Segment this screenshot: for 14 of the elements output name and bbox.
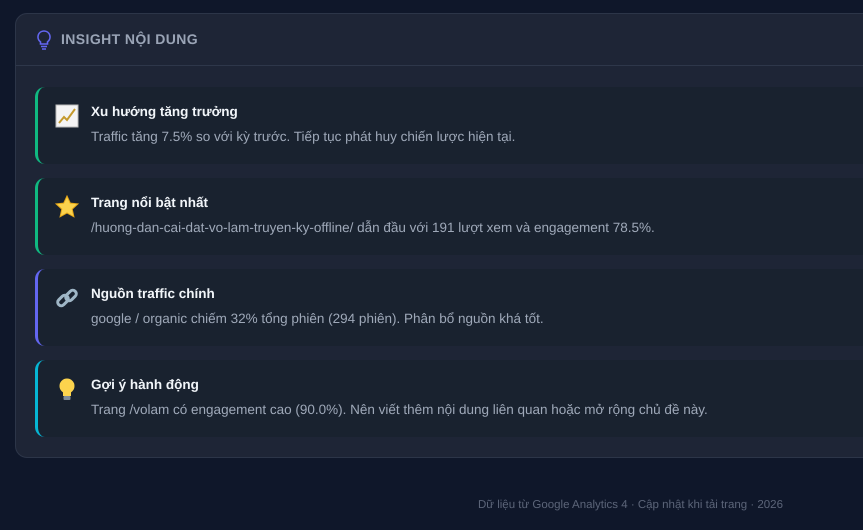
insight-title: Nguồn traffic chính [91,285,216,303]
insight-title: Trang nổi bật nhất [91,194,209,212]
lightbulb-icon [36,30,52,50]
insight-text: Traffic tăng 7.5% so với kỳ trước. Tiếp tục phát huy chiến lược hiện tại. [91,128,516,146]
insight-text: google / organic chiếm 32% tổng phiên (294 phiên). Phân bổ nguồn khá tốt. [91,310,544,328]
insight-title: Xu hướng tăng trưởng [91,103,239,121]
footer-text: Dữ liệu từ Google Analytics 4 · Cập nhật khi tải trang · 2026 [478,499,783,511]
insight-text: /huong-dan-cai-dat-vo-lam-truyen-ky-offline/ dẫn đầu với 191 lượt xem và engagement 78.5%. [91,219,655,237]
link-icon [55,286,79,310]
star-icon [55,195,79,219]
chart-icon [55,104,79,128]
panel-title: INSIGHT NỘI DUNG [61,30,198,49]
insight-title: Gợi ý hành động [91,376,200,394]
insight-text: Trang /volam có engagement cao (90.0%). Nên viết thêm nội dung liên quan hoặc mở rộng chủ đề này. [91,401,708,419]
